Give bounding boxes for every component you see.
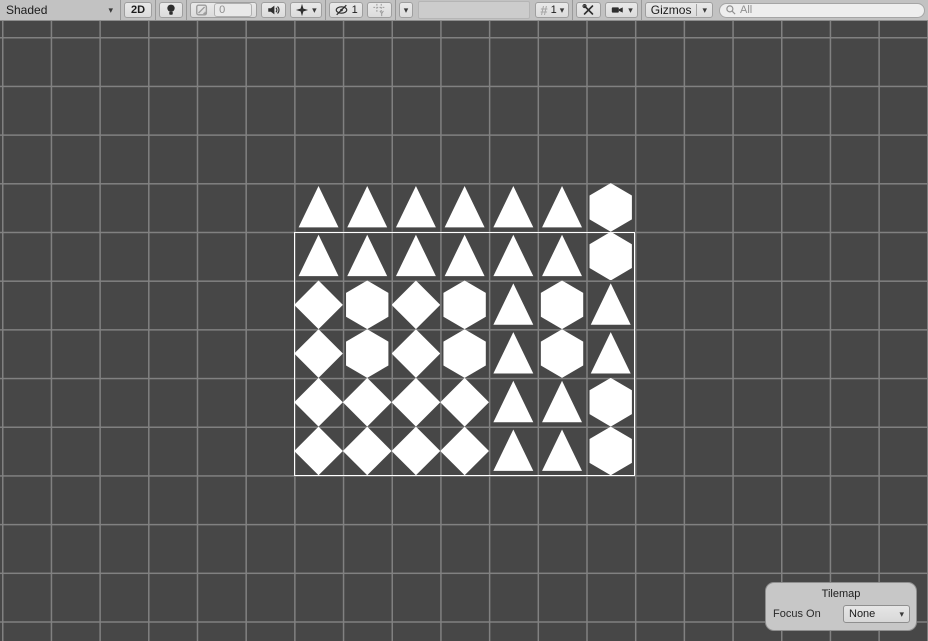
overlays-tools-button[interactable] bbox=[576, 2, 601, 18]
toolbar-separator bbox=[641, 0, 642, 20]
toolbar-separator bbox=[155, 0, 156, 20]
tile-diamond bbox=[294, 280, 343, 329]
2d-mode-toggle-button[interactable]: 2D bbox=[124, 2, 152, 18]
tile-hexagon bbox=[538, 280, 587, 329]
tile-triangle bbox=[586, 280, 635, 329]
2d-mode-label: 2D bbox=[131, 4, 145, 16]
chevron-down-icon: ▾ bbox=[108, 6, 113, 15]
tile-hexagon bbox=[586, 427, 635, 476]
tile-diamond bbox=[343, 378, 392, 427]
chevron-down-icon: ▾ bbox=[899, 610, 904, 619]
tile-diamond bbox=[343, 427, 392, 476]
chevron-down-icon: ▾ bbox=[404, 6, 409, 15]
crossed-tools-icon bbox=[581, 3, 596, 17]
tile-triangle bbox=[538, 378, 587, 427]
tile-hexagon bbox=[440, 280, 489, 329]
tilemap-panel-row: Focus On None ▾ bbox=[766, 605, 916, 623]
tile-triangle bbox=[294, 232, 343, 281]
tilemap-tiles bbox=[294, 183, 635, 476]
tile-triangle bbox=[489, 280, 538, 329]
tile-diamond bbox=[440, 378, 489, 427]
scene-search-field[interactable]: All bbox=[719, 3, 925, 18]
tile-hexagon bbox=[586, 378, 635, 427]
scene-view-toolbar: Shaded ▾ 2D 0 bbox=[0, 0, 928, 21]
tile-diamond bbox=[392, 378, 441, 427]
toolbar-separator bbox=[572, 0, 573, 20]
tile-triangle bbox=[392, 183, 441, 232]
camera-settings-dropdown[interactable]: ▾ bbox=[605, 2, 638, 18]
scene-lighting-toggle-button[interactable] bbox=[159, 2, 183, 18]
tile-triangle bbox=[294, 183, 343, 232]
tile-triangle bbox=[489, 232, 538, 281]
tile-triangle bbox=[538, 183, 587, 232]
tile-diamond bbox=[392, 427, 441, 476]
gizmos-separator bbox=[696, 4, 697, 16]
shading-mode-label: Shaded bbox=[6, 3, 108, 17]
tile-diamond bbox=[440, 427, 489, 476]
grid-axis-value: 1 bbox=[551, 4, 557, 16]
tile-hexagon bbox=[343, 329, 392, 378]
tile-hexagon bbox=[440, 329, 489, 378]
tile-diamond bbox=[392, 329, 441, 378]
tilemap-focus-panel: Tilemap Focus On None ▾ bbox=[765, 582, 917, 631]
chevron-down-icon: ▾ bbox=[312, 6, 317, 15]
toolbar-separator bbox=[325, 0, 326, 20]
tile-diamond bbox=[294, 427, 343, 476]
tile-hexagon bbox=[586, 232, 635, 281]
search-icon bbox=[725, 4, 737, 16]
tile-hexagon bbox=[586, 183, 635, 232]
chevron-down-icon: ▾ bbox=[560, 6, 565, 15]
focus-on-label: Focus On bbox=[773, 608, 821, 620]
snapping-options-dropdown[interactable]: ▾ bbox=[399, 2, 414, 18]
exposure-control: 0 bbox=[190, 2, 257, 18]
toolbar-separator bbox=[120, 0, 121, 20]
tile-diamond bbox=[294, 329, 343, 378]
scene-visibility-button[interactable]: 1 bbox=[329, 2, 363, 18]
hidden-objects-count: 1 bbox=[352, 4, 358, 16]
gizmos-dropdown-button[interactable]: Gizmos ▾ bbox=[645, 2, 713, 18]
tile-triangle bbox=[489, 378, 538, 427]
search-placeholder: All bbox=[740, 4, 752, 16]
toolbar-separator bbox=[395, 0, 396, 20]
exposure-value-field: 0 bbox=[214, 3, 252, 17]
shading-mode-dropdown[interactable]: Shaded ▾ bbox=[0, 0, 119, 20]
lightbulb-icon bbox=[164, 3, 178, 17]
tile-triangle bbox=[489, 329, 538, 378]
tile-triangle bbox=[392, 232, 441, 281]
eye-slash-icon bbox=[334, 3, 349, 17]
gizmos-label: Gizmos bbox=[651, 3, 692, 17]
tile-triangle bbox=[538, 232, 587, 281]
chevron-down-icon: ▾ bbox=[702, 6, 707, 15]
exposure-image-icon bbox=[195, 3, 209, 17]
focus-on-value: None bbox=[849, 608, 899, 620]
tile-triangle bbox=[343, 183, 392, 232]
focus-on-dropdown[interactable]: None ▾ bbox=[843, 605, 910, 623]
audio-toggle-button[interactable] bbox=[261, 2, 286, 18]
unity-scene-view: Shaded ▾ 2D 0 bbox=[0, 0, 928, 641]
tile-triangle bbox=[489, 183, 538, 232]
tilemap-panel-title: Tilemap bbox=[766, 588, 916, 600]
tile-hexagon bbox=[538, 329, 587, 378]
effects-sparkle-icon bbox=[295, 3, 309, 17]
effects-dropdown-button[interactable]: ▾ bbox=[290, 2, 322, 18]
tile-triangle bbox=[343, 232, 392, 281]
tile-triangle bbox=[586, 329, 635, 378]
tile-triangle bbox=[440, 232, 489, 281]
toolbar-empty-area bbox=[418, 1, 530, 19]
tile-triangle bbox=[538, 427, 587, 476]
grid-snapping-button bbox=[367, 2, 392, 18]
snap-grid-icon bbox=[372, 3, 387, 17]
tile-hexagon bbox=[343, 280, 392, 329]
tile-diamond bbox=[392, 280, 441, 329]
tile-triangle bbox=[440, 183, 489, 232]
speaker-icon bbox=[266, 3, 281, 17]
scene-viewport[interactable]: Tilemap Focus On None ▾ bbox=[0, 21, 928, 641]
chevron-down-icon: ▾ bbox=[628, 6, 633, 15]
camera-icon bbox=[610, 3, 625, 17]
grid-visual-dropdown[interactable]: # 1 ▾ bbox=[535, 2, 569, 18]
tile-diamond bbox=[294, 378, 343, 427]
toolbar-separator bbox=[186, 0, 187, 20]
tile-triangle bbox=[489, 427, 538, 476]
grid-hash-icon: # bbox=[540, 3, 547, 18]
